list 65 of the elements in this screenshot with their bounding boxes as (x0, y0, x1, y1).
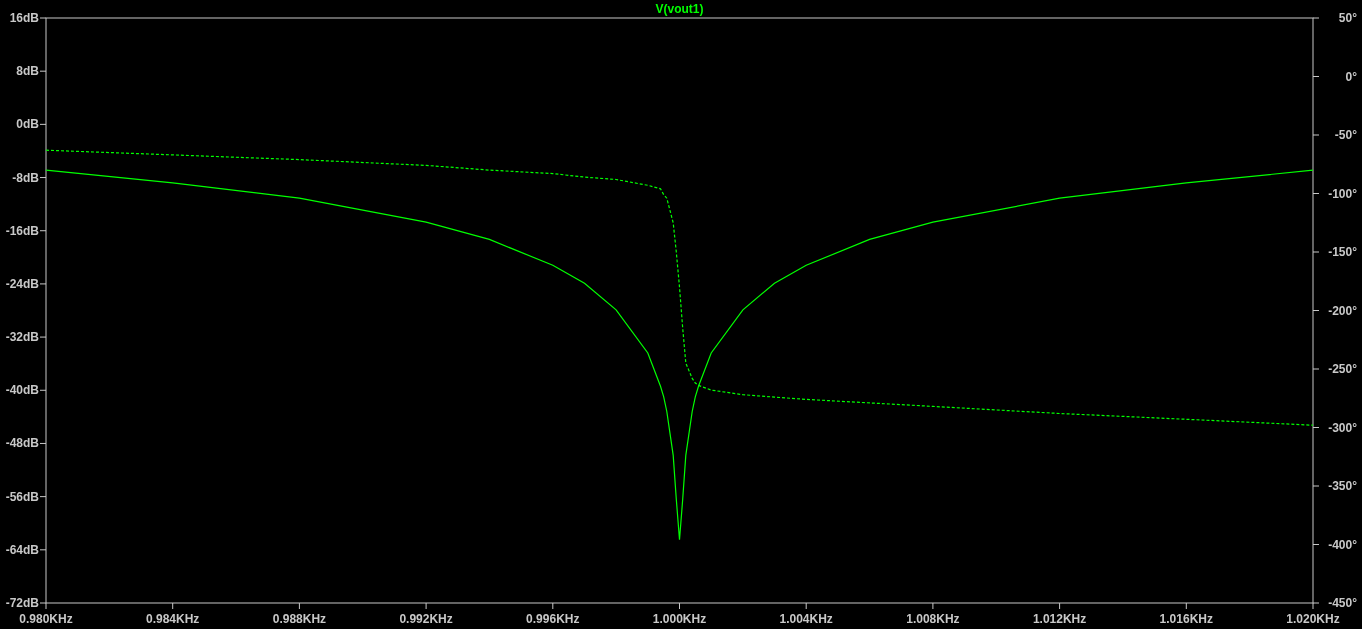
tick-mark (805, 602, 807, 610)
tick-mark (1312, 368, 1320, 370)
tick-mark (172, 602, 174, 610)
tick-mark (1312, 134, 1320, 136)
tick-mark (1312, 544, 1320, 545)
tick-mark (298, 602, 300, 610)
y2-tick-label: -50° (1334, 128, 1357, 142)
y-tick-label: -64dB (5, 542, 39, 557)
tick-mark (39, 17, 47, 19)
tick-mark (1312, 193, 1320, 194)
tick-mark (932, 602, 934, 610)
x-tick-label: 0.996KHz (526, 612, 580, 626)
y-tick-label: 16dB (9, 11, 39, 25)
tick-mark (1185, 602, 1187, 610)
tick-mark (552, 602, 554, 610)
tick-mark (39, 177, 47, 179)
y-tick-label: -48dB (5, 436, 39, 451)
y-tick-label: 0dB (16, 117, 39, 132)
tick-mark (39, 336, 47, 338)
plot-title: V(vout1) (655, 2, 704, 16)
x-tick-label: 1.000KHz (652, 612, 707, 626)
tick-mark (425, 602, 427, 610)
tick-mark (39, 123, 47, 125)
tick-mark (1312, 427, 1320, 428)
tick-mark (1312, 17, 1320, 19)
x-tick-label: 1.004KHz (779, 612, 833, 626)
y-tick-label: -40dB (5, 383, 39, 398)
tick-mark (39, 70, 47, 72)
tick-mark (39, 496, 47, 498)
x-tick-label: 1.012KHz (1032, 612, 1087, 626)
tick-mark (39, 442, 47, 444)
tick-mark (39, 230, 47, 232)
tick-mark (39, 283, 47, 285)
tick-mark (39, 549, 47, 551)
tick-mark (1312, 310, 1320, 311)
y-tick-label: -32dB (5, 330, 39, 345)
x-tick-label: 0.984KHz (146, 612, 200, 626)
y-tick-label: -72dB (5, 596, 39, 610)
y2-tick-label: -300° (1328, 420, 1357, 435)
x-tick-label: 0.988KHz (272, 612, 327, 626)
y2-tick-label: 0° (1345, 69, 1357, 84)
tick-mark (39, 389, 47, 391)
y2-tick-label: -100° (1328, 186, 1357, 201)
y-tick-label: -24dB (5, 276, 39, 291)
tick-mark (679, 602, 680, 610)
x-tick-label: 0.992KHz (399, 612, 453, 626)
y-tick-label: -56dB (5, 489, 39, 504)
y-tick-label: -8dB (12, 170, 39, 185)
y2-tick-label: -350° (1328, 479, 1357, 493)
y2-tick-label: -150° (1328, 245, 1357, 259)
y2-tick-label: -450° (1328, 596, 1357, 610)
tick-mark (1312, 251, 1320, 253)
x-tick-label: 1.020KHz (1286, 612, 1340, 626)
x-tick-label: 1.016KHz (1159, 612, 1213, 626)
y-tick-label: -16dB (5, 223, 39, 238)
y2-tick-label: 50° (1338, 11, 1357, 25)
y2-tick-label: -200° (1328, 303, 1357, 318)
x-tick-label: 1.008KHz (906, 612, 960, 626)
y2-tick-label: -250° (1328, 362, 1357, 376)
tick-mark (1059, 602, 1061, 610)
y-tick-label: 8dB (16, 64, 39, 79)
y2-tick-label: -400° (1328, 537, 1357, 552)
tick-mark (1312, 485, 1320, 487)
x-tick-label: 0.980KHz (19, 612, 73, 626)
tick-mark (1312, 76, 1320, 77)
